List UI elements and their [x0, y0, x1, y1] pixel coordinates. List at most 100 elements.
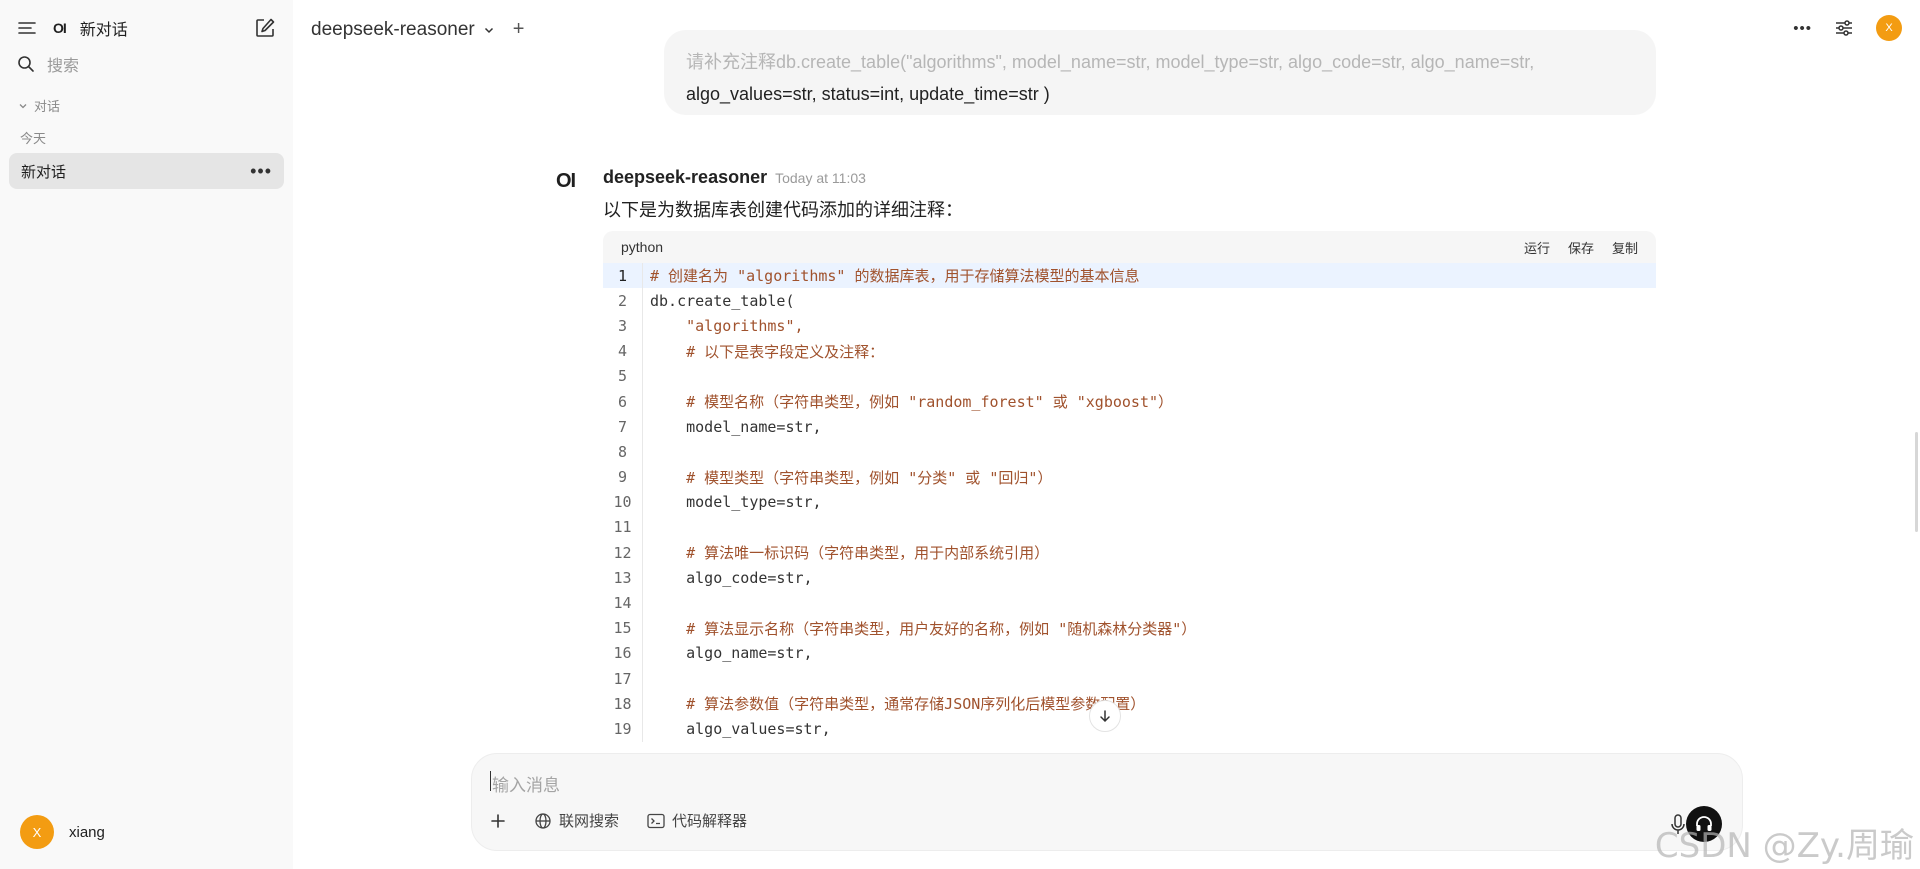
terminal-icon	[647, 813, 665, 828]
run-button[interactable]: 运行	[1524, 238, 1550, 257]
group-label-today: 今天	[20, 131, 47, 146]
line-number: 9	[603, 464, 643, 490]
add-model-icon[interactable]: +	[513, 18, 525, 41]
header-actions: ••• X	[1771, 15, 1902, 41]
code-text: # 创建名为 "algorithms" 的数据库表，用于存储算法模型的基本信息	[650, 267, 1140, 286]
code-text: algo_values=str,	[650, 719, 831, 738]
menu-icon[interactable]	[17, 18, 37, 38]
line-number: 10	[603, 489, 643, 515]
user-message-bubble: 请补充注释db.create_table("algorithms", model…	[664, 30, 1656, 115]
new-chat-edit-icon[interactable]	[254, 17, 276, 39]
code-line: 14	[603, 590, 1656, 616]
code-line: 19 algo_values=str,	[603, 716, 1656, 742]
copy-button[interactable]: 复制	[1612, 238, 1638, 257]
line-number: 11	[603, 514, 643, 541]
code-line: 7 model_name=str,	[603, 414, 1656, 440]
code-language: python	[621, 239, 664, 255]
line-number: 18	[603, 691, 643, 717]
more-options-icon[interactable]: •••	[250, 162, 272, 180]
code-line: 9 # 模型类型（字符串类型，例如 "分类" 或 "回归"）	[603, 464, 1656, 490]
chat-item-active[interactable]: 新对话 •••	[9, 153, 284, 189]
code-text: # 算法显示名称（字符串类型，用户友好的名称，例如 "随机森林分类器"）	[650, 619, 1197, 638]
code-text: # 算法参数值（字符串类型，通常存储JSON序列化后模型参数配置）	[650, 695, 1146, 714]
attach-button[interactable]	[490, 813, 506, 829]
line-number: 3	[603, 313, 643, 339]
message-timestamp: Today at 11:03	[775, 170, 866, 186]
code-text: db.create_table(	[650, 291, 795, 310]
message-input[interactable]: 输入消息	[492, 771, 560, 796]
sidebar: OI 新对话 搜索 对话 今天 新对话 ••• X xiang	[0, 0, 293, 869]
code-interpreter-toggle[interactable]: 代码解释器	[647, 810, 747, 831]
code-text: "algorithms",	[650, 316, 804, 335]
code-block-header: python 运行 保存 复制	[603, 231, 1656, 263]
controls-icon[interactable]	[1834, 19, 1854, 37]
app-logo[interactable]: OI	[53, 20, 67, 36]
web-search-toggle[interactable]: 联网搜索	[534, 810, 619, 831]
code-line: 11	[603, 514, 1656, 541]
code-line: 10 model_type=str,	[603, 489, 1656, 515]
model-selector[interactable]: deepseek-reasoner +	[311, 18, 524, 41]
composer-tools: 联网搜索 代码解释器	[490, 810, 775, 831]
code-text: algo_code=str,	[650, 568, 813, 587]
code-line: 4 # 以下是表字段定义及注释：	[603, 338, 1656, 364]
line-number: 1	[603, 263, 643, 289]
scroll-to-bottom-button[interactable]	[1089, 700, 1121, 732]
assistant-intro-text: 以下是为数据库表创建代码添加的详细注释：	[603, 200, 963, 220]
code-text: # 以下是表字段定义及注释：	[650, 342, 885, 361]
code-actions: 运行 保存 复制	[1506, 238, 1638, 257]
code-line: 6 # 模型名称（字符串类型，例如 "random_forest" 或 "xgb…	[603, 388, 1656, 415]
plus-icon	[491, 813, 505, 828]
save-button[interactable]: 保存	[1568, 238, 1594, 257]
assistant-name: deepseek-reasoner	[603, 167, 768, 187]
message-composer: 输入消息 联网搜索 代码解释器	[471, 753, 1743, 851]
line-number: 16	[603, 640, 643, 666]
code-line: 5	[603, 363, 1656, 389]
watermark: CSDN @Zy.周瑜	[1654, 826, 1914, 866]
line-number: 2	[603, 288, 643, 314]
web-search-label: 联网搜索	[559, 813, 620, 830]
user-profile[interactable]: X xiang	[20, 815, 105, 849]
sidebar-top: OI 新对话	[17, 14, 276, 42]
page-scrollbar[interactable]	[1915, 432, 1918, 532]
avatar[interactable]: X	[1876, 15, 1902, 41]
code-line: 17	[603, 666, 1656, 692]
globe-icon	[535, 812, 551, 829]
more-icon[interactable]: •••	[1793, 20, 1812, 37]
code-editor[interactable]: 1 # 创建名为 "algorithms" 的数据库表，用于存储算法模型的基本信息…	[603, 263, 1656, 742]
line-number: 7	[603, 414, 643, 440]
code-text: algo_name=str,	[650, 644, 813, 663]
code-text: # 模型类型（字符串类型，例如 "分类" 或 "回归"）	[650, 468, 1053, 487]
new-chat-label[interactable]: 新对话	[80, 16, 128, 40]
section-label: 对话	[34, 99, 61, 114]
code-line: 18 # 算法参数值（字符串类型，通常存储JSON序列化后模型参数配置）	[603, 691, 1656, 717]
arrow-down-icon	[1100, 710, 1110, 723]
code-text: # 算法唯一标识码（字符串类型，用于内部系统引用）	[650, 544, 1050, 563]
user-name: xiang	[69, 823, 105, 841]
avatar: X	[20, 815, 54, 849]
code-text: model_type=str,	[650, 493, 822, 512]
code-line: 3 "algorithms",	[603, 313, 1656, 339]
code-text: model_name=str,	[650, 417, 822, 436]
code-line: 8	[603, 439, 1656, 465]
line-number: 8	[603, 439, 643, 465]
line-number: 17	[603, 666, 643, 692]
code-line: 1 # 创建名为 "algorithms" 的数据库表，用于存储算法模型的基本信息	[603, 263, 1656, 289]
code-line: 12 # 算法唯一标识码（字符串类型，用于内部系统引用）	[603, 540, 1656, 566]
search-input[interactable]: 搜索	[47, 52, 79, 76]
line-number: 4	[603, 338, 643, 364]
code-interpreter-label: 代码解释器	[672, 813, 748, 830]
text-caret	[490, 771, 491, 791]
code-block: python 运行 保存 复制 1 # 创建名为 "algorithms" 的数据…	[603, 231, 1656, 751]
sidebar-search[interactable]: 搜索	[17, 52, 276, 76]
search-icon	[18, 56, 34, 72]
line-number: 13	[603, 565, 643, 591]
code-line: 16 algo_name=str,	[603, 640, 1656, 666]
conversations-section-toggle[interactable]: 对话	[18, 96, 60, 115]
line-number: 5	[603, 363, 643, 389]
user-message-line: 请补充注释db.create_table("algorithms", model…	[686, 52, 1535, 72]
chat-item-title: 新对话	[21, 163, 67, 181]
code-line: 13 algo_code=str,	[603, 565, 1656, 591]
line-number: 6	[603, 388, 643, 415]
user-message-line: algo_values=str, status=int, update_time…	[686, 84, 1050, 104]
assistant-header: deepseek-reasoner Today at 11:03	[603, 167, 866, 188]
